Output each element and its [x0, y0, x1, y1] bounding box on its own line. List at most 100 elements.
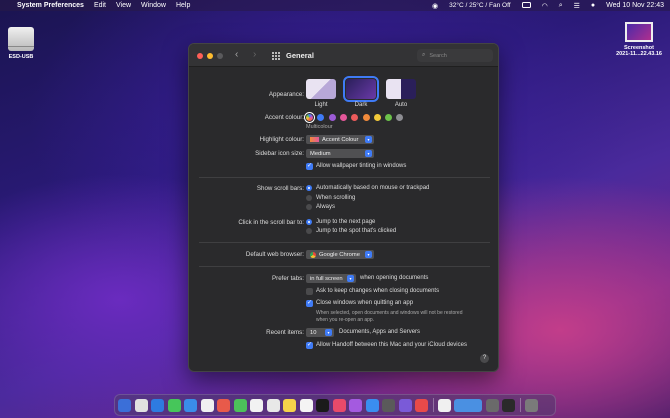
accent-swatch-2[interactable] — [328, 114, 336, 121]
dock-app-icon-4[interactable] — [184, 398, 197, 412]
dock-app-icon-5[interactable] — [200, 398, 214, 412]
desktop-screenshot[interactable]: Screenshot 2021-11...22.43.16 — [608, 22, 670, 57]
handoff-label: Allow Handoff between this Mac and your … — [316, 342, 467, 348]
close-windows-hint: When selected, open documents and window… — [316, 310, 462, 323]
dock-app-icon-12[interactable] — [316, 398, 329, 412]
recent-items-value: 10 — [310, 329, 317, 336]
help-button[interactable]: ? — [480, 354, 489, 363]
eye-icon[interactable]: ◉ — [432, 2, 438, 10]
close-windows-hint-line-1: When selected, open documents and window… — [316, 310, 463, 316]
dock-app-icon-14[interactable] — [349, 398, 362, 412]
accent-swatch-1[interactable] — [317, 114, 325, 121]
menu-edit[interactable]: Edit — [94, 2, 106, 9]
recent-items-label: Recent items: — [266, 329, 304, 336]
screenshot-date-label: 2021-11...22.43.16 — [616, 51, 662, 57]
appearance-auto-label: Auto — [394, 102, 408, 108]
jump-next-page-radio[interactable] — [306, 219, 312, 225]
battery-icon[interactable] — [521, 1, 531, 10]
sidebar-icon-size-popup[interactable]: Medium ▾ — [306, 149, 374, 158]
jump-spot-radio[interactable] — [306, 228, 312, 234]
accent-swatch-7[interactable] — [385, 114, 393, 121]
show-scroll-bars-label: Show scroll bars: — [256, 185, 304, 192]
popup-chevron-icon: ▾ — [365, 251, 372, 258]
accent-swatch-0[interactable] — [304, 112, 315, 123]
dock-app-icon-2[interactable] — [151, 398, 164, 412]
appearance-dark-thumb[interactable] — [343, 76, 379, 102]
temperature-status[interactable]: 32°C / 25°C / Fan Off — [449, 2, 510, 9]
close-windows-checkbox[interactable]: ✓ — [306, 300, 313, 307]
dock-app-icon-19[interactable] — [437, 398, 451, 412]
back-chevron-icon[interactable]: ‹ — [235, 49, 238, 60]
click-scroll-bar-label: Click in the scroll bar to: — [238, 219, 304, 226]
menu-clock[interactable]: Wed 10 Nov 22:43 — [606, 2, 664, 9]
dock-app-icon-13[interactable] — [332, 398, 346, 412]
menu-window[interactable]: Window — [141, 2, 166, 9]
scroll-when-scrolling-radio[interactable] — [306, 195, 312, 201]
dock-app-icon-21[interactable] — [485, 398, 499, 412]
appearance-light-thumb[interactable] — [306, 79, 336, 99]
search-field[interactable]: ⌕ Search — [417, 49, 493, 62]
appearance-light-label: Light — [314, 102, 328, 108]
title-bar: ‹ › General ⌕ Search — [189, 44, 498, 67]
search-icon[interactable]: ⌕ — [559, 2, 563, 10]
siri-icon[interactable]: ● — [591, 2, 595, 9]
appearance-auto-thumb[interactable] — [386, 79, 416, 99]
chrome-icon — [310, 251, 316, 258]
dock-app-icon-9[interactable] — [266, 398, 280, 412]
highlight-colour-label: Highlight colour: — [259, 136, 304, 143]
wallpaper-tint-checkbox[interactable]: ✓ — [306, 163, 313, 170]
dock-app-icon-18[interactable] — [415, 398, 428, 412]
wifi-icon[interactable]: ◠ — [542, 2, 548, 10]
dock-app-icon-11[interactable] — [299, 398, 313, 412]
accent-swatch-6[interactable] — [373, 114, 381, 121]
sidebar-icon-size-value: Medium — [310, 150, 331, 157]
ask-keep-changes-checkbox[interactable] — [306, 288, 313, 295]
prefer-tabs-popup[interactable]: in full screen ▾ — [306, 274, 356, 283]
default-browser-value: Google Chrome — [319, 251, 360, 258]
accent-swatch-3[interactable] — [339, 114, 347, 121]
dock-app-icon-20[interactable] — [454, 398, 482, 412]
divider — [199, 242, 490, 243]
handoff-checkbox[interactable]: ✓ — [306, 342, 313, 349]
accent-swatch-8[interactable] — [396, 114, 404, 121]
menu-bar: System Preferences Edit View Window Help… — [0, 0, 670, 11]
appearance-label: Appearance: — [268, 91, 304, 98]
dock-divider — [519, 398, 521, 412]
divider — [199, 266, 490, 267]
minimize-window-button[interactable] — [207, 53, 213, 59]
scroll-always-label: Always — [316, 204, 336, 210]
menu-app-name[interactable]: System Preferences — [17, 2, 84, 9]
desktop-disk[interactable]: ESD-USB — [4, 27, 38, 60]
default-browser-popup[interactable]: Google Chrome ▾ — [306, 250, 374, 259]
dock-app-icon-17[interactable] — [398, 398, 412, 412]
dock-app-icon-16[interactable] — [382, 398, 395, 412]
dock-app-icon-3[interactable] — [167, 398, 181, 412]
accent-swatch-4[interactable] — [351, 114, 359, 121]
highlight-colour-popup[interactable]: Accent Colour ▾ — [306, 135, 374, 144]
dock-app-icon-8[interactable] — [250, 398, 263, 412]
recent-items-popup[interactable]: 10 ▾ — [306, 328, 334, 337]
dock-app-icon-22[interactable] — [502, 398, 515, 412]
dock-app-icon-23[interactable] — [524, 398, 538, 412]
default-browser-label: Default web browser: — [245, 251, 304, 258]
scroll-auto-label: Automatically based on mouse or trackpad — [316, 185, 430, 191]
scroll-auto-radio[interactable] — [306, 185, 312, 191]
accent-swatch-5[interactable] — [362, 114, 370, 121]
dock-app-icon-7[interactable] — [233, 398, 247, 412]
control-center-icon[interactable]: ☰ — [574, 2, 580, 10]
dock-app-icon-15[interactable] — [365, 398, 379, 412]
dock — [114, 394, 556, 416]
popup-chevron-icon: ▾ — [365, 150, 372, 157]
scroll-always-radio[interactable] — [306, 204, 312, 210]
close-window-button[interactable] — [197, 53, 203, 59]
preferences-window: ‹ › General ⌕ Search Appearance: Light D… — [188, 43, 499, 372]
dock-app-icon-1[interactable] — [134, 398, 148, 412]
dock-app-icon-6[interactable] — [217, 398, 230, 412]
zoom-window-button[interactable] — [217, 53, 223, 59]
show-all-grid-icon[interactable] — [272, 52, 280, 60]
dock-app-icon-10[interactable] — [283, 398, 296, 412]
menu-view[interactable]: View — [116, 2, 131, 9]
dock-app-icon-0[interactable] — [118, 398, 131, 412]
menu-help[interactable]: Help — [176, 2, 190, 9]
forward-chevron-icon[interactable]: › — [253, 49, 256, 60]
